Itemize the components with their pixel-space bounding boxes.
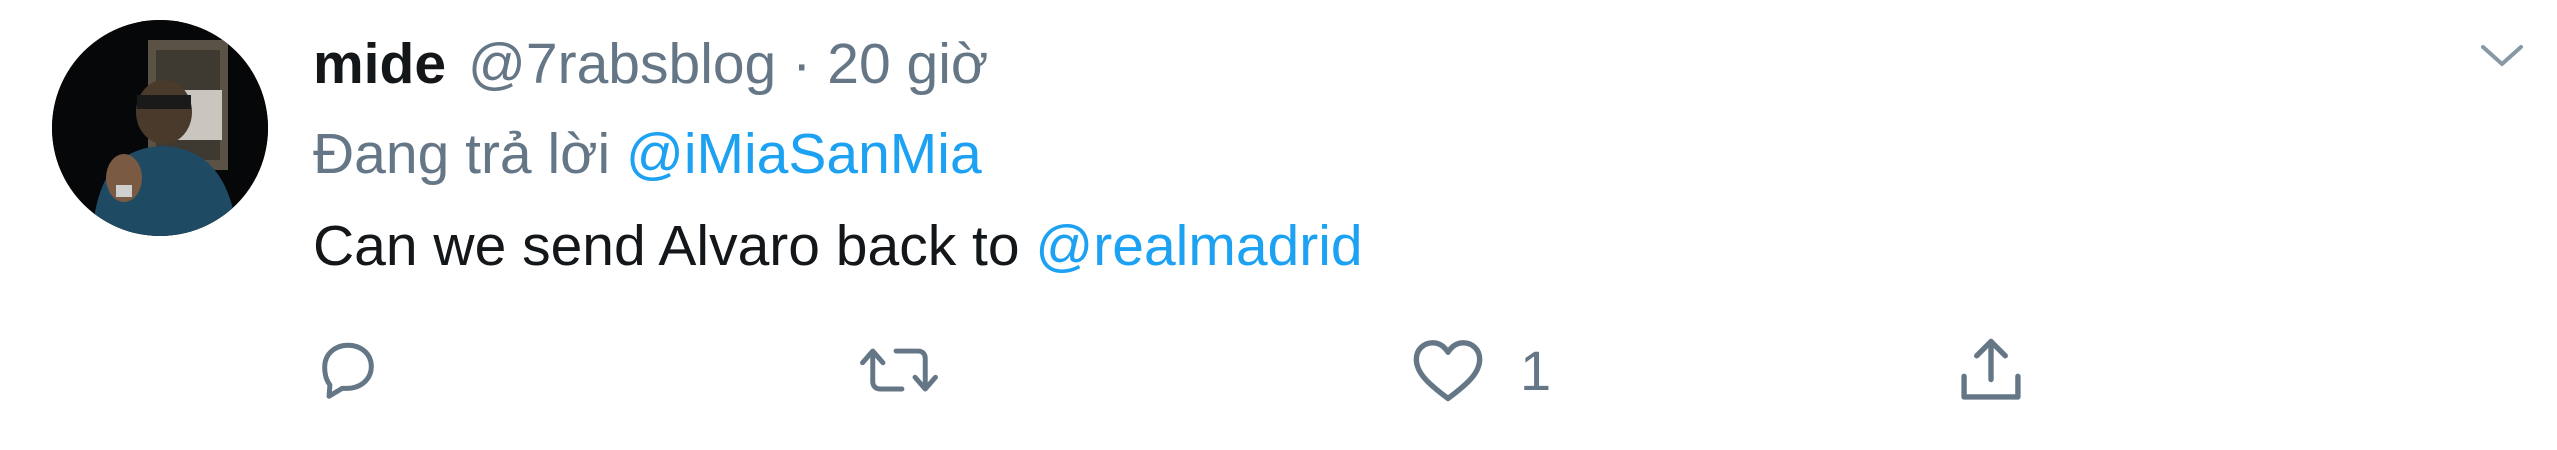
user-handle[interactable]: @7rabsblog: [468, 28, 776, 100]
avatar-photo: [52, 20, 268, 236]
reply-icon: [322, 342, 374, 399]
separator-dot: ·: [792, 32, 812, 96]
chevron-down-icon: [2481, 45, 2523, 66]
tweet-mention-link[interactable]: @realmadrid: [1035, 214, 1362, 278]
timestamp[interactable]: 20 giờ: [827, 28, 988, 100]
tweet-text: Can we send Alvaro back to @realmadrid: [313, 210, 1363, 282]
like-icon: [1413, 340, 1483, 402]
like-count: 1: [1520, 338, 1552, 402]
tweet-header: mide @7rabsblog · 20 giờ: [313, 28, 988, 100]
avatar[interactable]: [52, 20, 268, 236]
like-button[interactable]: 1: [1410, 325, 1551, 415]
tweet-card[interactable]: mide @7rabsblog · 20 giờ Đang trả lời @i…: [0, 0, 2557, 450]
retweet-button[interactable]: [858, 325, 974, 415]
reply-mention-link[interactable]: @iMiaSanMia: [626, 122, 982, 186]
tweet-body: Can we send Alvaro back to: [313, 214, 1020, 278]
tweet-actions: 1: [313, 325, 2313, 415]
replying-to: Đang trả lời @iMiaSanMia: [313, 118, 982, 190]
share-icon: [1961, 338, 2021, 400]
more-options-button[interactable]: [2470, 28, 2534, 84]
display-name[interactable]: mide: [313, 28, 446, 100]
reply-prefix: Đang trả lời: [313, 122, 611, 186]
reply-button[interactable]: [313, 325, 417, 415]
share-button[interactable]: [1953, 325, 2063, 415]
retweet-icon: [860, 348, 938, 392]
